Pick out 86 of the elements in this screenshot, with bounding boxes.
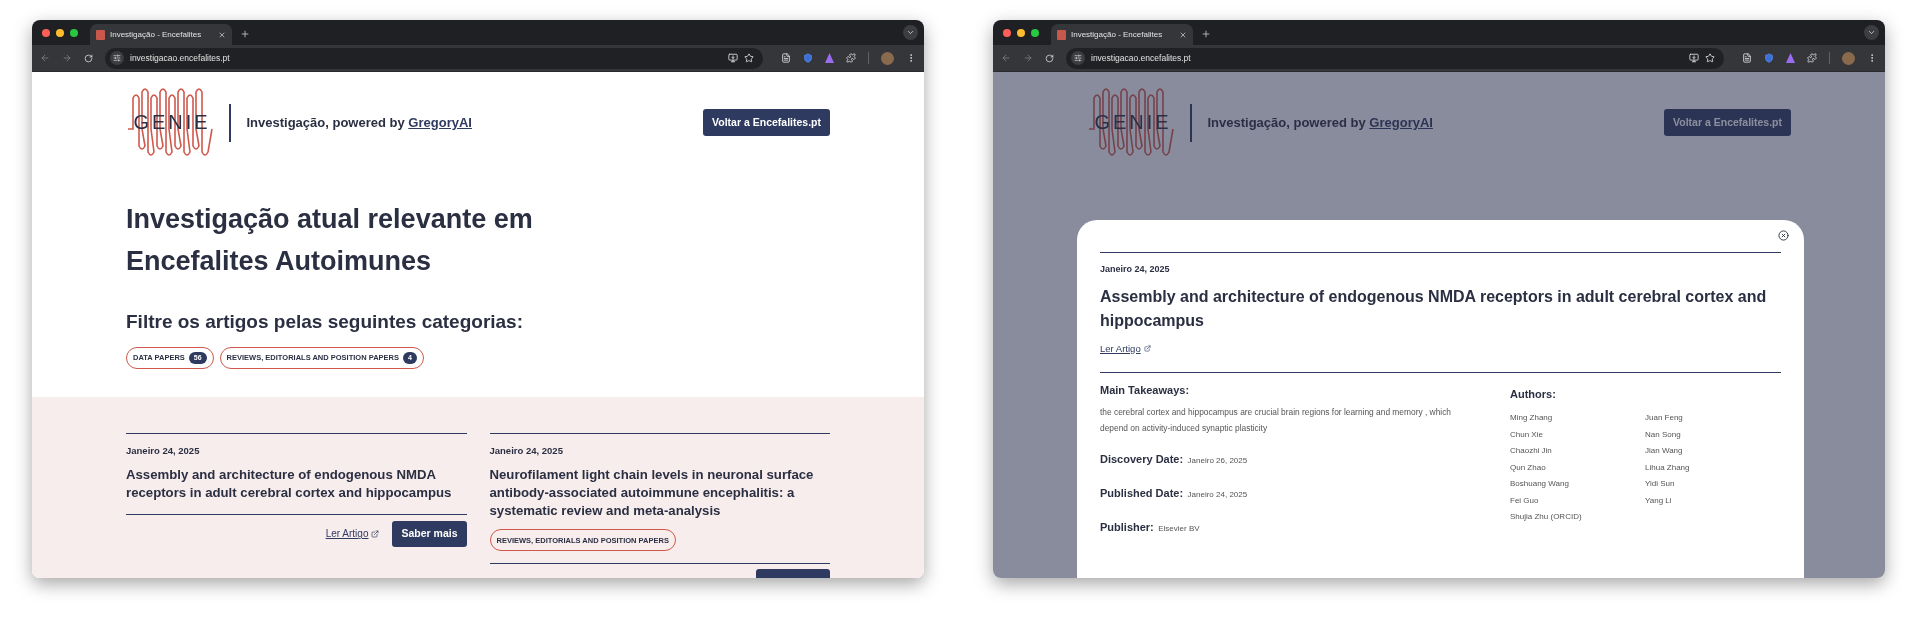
detail-line: Publisher: Elsevier BV	[1100, 520, 1201, 535]
chevron-down-icon	[906, 28, 915, 37]
gregoryai-link[interactable]: GregoryAI	[408, 114, 472, 130]
reload-icon[interactable]	[1045, 53, 1054, 63]
bookmark-star-icon[interactable]	[1705, 53, 1715, 63]
article-date: Janeiro 24, 2025	[489, 443, 564, 458]
tagline: Investigação, powered by GregoryAI	[1207, 113, 1433, 132]
maximize-window-icon[interactable]	[70, 28, 78, 37]
author-name: Yang Li	[1645, 494, 1673, 507]
extensions-icon[interactable]	[1807, 53, 1817, 63]
reload-icon[interactable]	[84, 53, 93, 63]
profile-avatar[interactable]	[881, 51, 894, 65]
article-date: Janeiro 24, 2025	[126, 443, 201, 458]
author-name: Nan Song	[1645, 428, 1682, 441]
read-article-link[interactable]: Ler Artigo	[1100, 341, 1151, 356]
browser-tab[interactable]: Investigação - Encefalites	[90, 24, 232, 45]
shield-extension-icon[interactable]	[1764, 53, 1774, 63]
site-info-button[interactable]	[110, 51, 124, 65]
install-icon[interactable]	[1689, 53, 1699, 63]
install-icon[interactable]	[728, 53, 738, 63]
minimize-window-icon[interactable]	[1017, 28, 1025, 37]
author-name: Chun Xie	[1510, 428, 1544, 441]
takeaways-heading: Main Takeaways:	[1100, 382, 1191, 398]
filter-heading: Filtre os artigos pelas seguintes categorias:	[126, 310, 524, 334]
chevron-down-icon	[1867, 28, 1876, 37]
extensions-icon[interactable]	[846, 53, 856, 63]
document-icon[interactable]	[781, 53, 791, 63]
author-name: Fei Guo	[1510, 494, 1540, 507]
page-heading: Encefalites Autoimunes	[126, 245, 433, 278]
author-name: Yidi Sun	[1645, 478, 1676, 490]
browser-tab[interactable]: Investigação - Encefalites	[1051, 24, 1193, 45]
minimize-window-icon[interactable]	[56, 28, 64, 37]
favicon-icon	[1057, 29, 1066, 40]
read-article-link[interactable]: Ler Artigo	[325, 526, 380, 542]
address-bar[interactable]: investigacao.encefalites.pt	[105, 47, 763, 69]
document-icon[interactable]	[1742, 53, 1752, 63]
close-tab-icon[interactable]	[1179, 30, 1187, 39]
close-icon[interactable]	[1778, 230, 1789, 241]
tab-search-button[interactable]	[1864, 25, 1879, 40]
tab-search-button[interactable]	[903, 25, 918, 40]
tagline: Investigação, powered by GregoryAI	[246, 113, 472, 132]
article-title: Assembly and architecture of endogenous NMDA receptors in adult cerebral cortex and hippocampus	[1100, 286, 1768, 331]
page-heading: Investigação atual relevante em	[126, 203, 534, 236]
detail-line: Published Date: Janeiro 24, 2025	[1100, 486, 1249, 501]
authors-heading: Authors:	[1510, 386, 1557, 402]
tab-title: Investigação - Encefalites	[1071, 28, 1164, 41]
close-window-icon[interactable]	[42, 28, 50, 37]
detail-line: Discovery Date: Janeiro 26, 2025	[1100, 452, 1249, 467]
author-name: Jian Wang	[1645, 445, 1684, 457]
author-name: Chaozhi Jin	[1510, 445, 1553, 457]
author-name: Lihua Zhang	[1645, 461, 1691, 474]
shield-extension-icon[interactable]	[803, 53, 813, 63]
profile-avatar[interactable]	[1842, 51, 1855, 65]
author-name: Juan Feng	[1645, 412, 1684, 424]
back-to-site-button[interactable]: Voltar a Encefalites.pt	[1664, 108, 1791, 137]
author-name: Shujia Zhu (ORCID)	[1510, 511, 1583, 523]
maximize-window-icon[interactable]	[1031, 28, 1039, 37]
favicon-icon	[96, 29, 105, 40]
article-title: Neurofilament light chain levels in neuronal surface antibody-associated autoimmune encephalitis: a systematic review and meta-analysis	[489, 465, 815, 520]
article-title: Assembly and architecture of endogenous NMDA receptors in adult cerebral cortex and hippocampus	[126, 465, 453, 502]
takeaways-text: the cerebral cortex and hippocampus are crucial brain regions for learning and memory , which depend on activity-induced synaptic plasticity	[1100, 406, 1452, 435]
tune-icon	[113, 54, 121, 62]
learn-more-button[interactable]: Saber mais	[392, 520, 467, 547]
triangle-extension-icon[interactable]	[825, 53, 834, 63]
site-info-button[interactable]	[1071, 51, 1085, 65]
new-tab-icon[interactable]	[240, 29, 250, 39]
back-icon[interactable]	[1001, 53, 1011, 63]
triangle-extension-icon[interactable]	[1786, 53, 1795, 63]
external-link-icon	[371, 529, 380, 538]
url-text: investigacao.encefalites.pt	[1091, 51, 1192, 65]
bookmark-star-icon[interactable]	[744, 53, 754, 63]
url-text: investigacao.encefalites.pt	[130, 51, 231, 65]
article-date: Janeiro 24, 2025	[1100, 263, 1171, 276]
tune-icon	[1074, 54, 1082, 62]
tab-title: Investigação - Encefalites	[110, 28, 203, 41]
close-window-icon[interactable]	[1003, 28, 1011, 37]
new-tab-icon[interactable]	[1201, 29, 1211, 39]
gregoryai-link[interactable]: GregoryAI	[1369, 114, 1433, 130]
author-name: Ming Zhang	[1510, 412, 1554, 424]
back-icon[interactable]	[40, 53, 50, 63]
external-link-icon	[1143, 345, 1151, 353]
author-name: Boshuang Wang	[1510, 478, 1570, 490]
back-to-site-button[interactable]: Voltar a Encefalites.pt	[703, 108, 830, 137]
address-bar[interactable]: investigacao.encefalites.pt	[1066, 47, 1724, 69]
close-tab-icon[interactable]	[218, 30, 226, 39]
author-name: Qun Zhao	[1510, 461, 1547, 474]
